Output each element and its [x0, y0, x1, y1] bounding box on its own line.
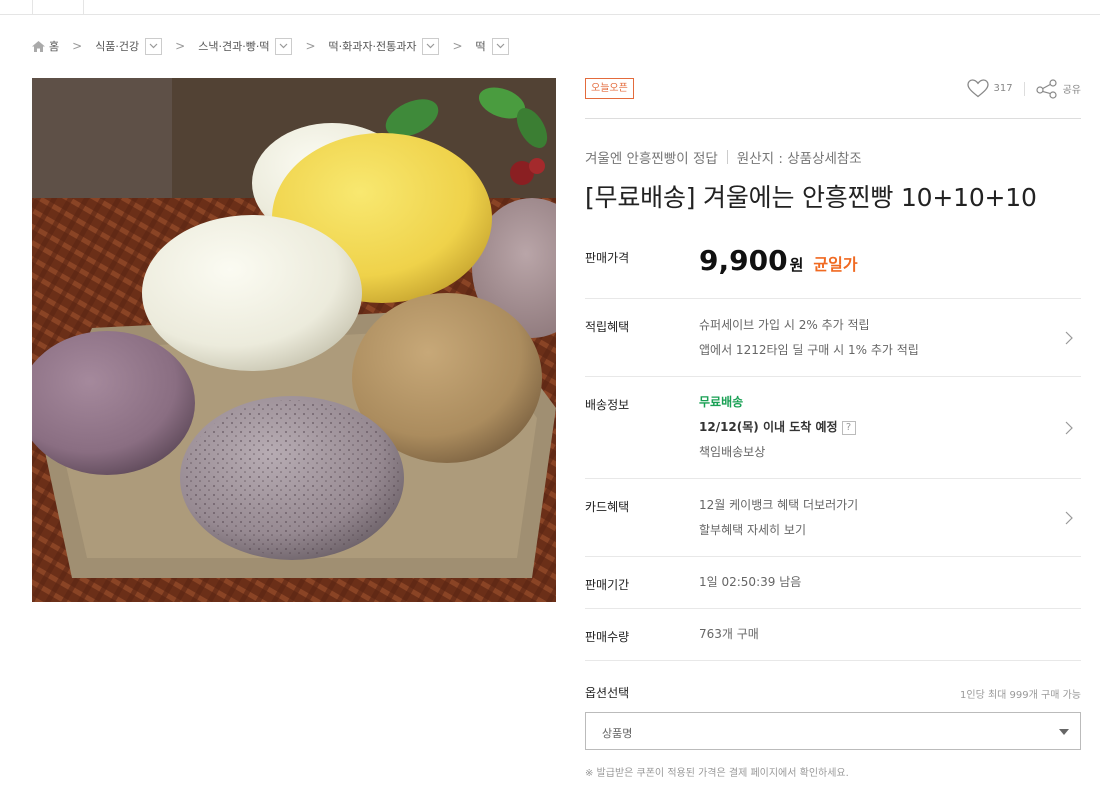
share-label: 공유 [1062, 85, 1081, 96]
chevron-right-icon: > [305, 39, 316, 53]
chevron-right-icon[interactable] [1065, 331, 1073, 345]
header-divider [585, 118, 1081, 119]
card-benefit-label: 카드혜택 [585, 500, 630, 514]
caret-down-icon [1059, 729, 1069, 735]
price-tag: 균일가 [813, 255, 858, 274]
product-tagline: 겨울엔 안흥찐빵이 정답 [585, 151, 718, 167]
delivery-eta: 12/12(목) 이내 도착 예정 [699, 420, 838, 434]
card-benefit-content: 12월 케이뱅크 혜택 더보러가기 할부혜택 자세히 보기 [699, 493, 858, 543]
heart-icon [966, 79, 989, 98]
product-title: [무료배송] 겨울에는 안흥찐빵 10+10+10 [585, 183, 1037, 212]
price-label: 판매가격 [585, 251, 630, 265]
top-nav-segment[interactable] [32, 0, 84, 15]
card-benefit-line-1: 12월 케이뱅크 혜택 더보러가기 [699, 498, 859, 512]
breadcrumb: 홈 > 식품·건강 > 스낵·견과·빵·떡 > 떡·화과자·전통과자 > 떡 [32, 36, 509, 56]
share-button[interactable]: 공유 [1035, 78, 1081, 99]
breadcrumb-item-rice-cake[interactable]: 떡 [475, 37, 509, 55]
delivery-compensation[interactable]: 책임배송보상 [699, 440, 856, 465]
breadcrumb-label: 식품·건강 [95, 40, 140, 53]
option-select-label: 옵션선택 [585, 686, 630, 700]
breadcrumb-item-snack[interactable]: 스낵·견과·빵·떡 [198, 37, 293, 55]
chevron-down-icon[interactable] [491, 37, 509, 55]
breadcrumb-home-label: 홈 [49, 40, 60, 53]
sale-price: 9,900 [699, 244, 788, 277]
sale-period-label: 판매기간 [585, 578, 630, 592]
sold-count-row: 판매수량 763개 구매 [585, 609, 1081, 661]
breadcrumb-label: 떡·화과자·전통과자 [328, 40, 417, 53]
option-select-dropdown[interactable]: 상품명 [585, 712, 1081, 750]
help-icon[interactable]: ? [841, 420, 856, 435]
points-label: 적립혜택 [585, 320, 630, 334]
breadcrumb-item-food[interactable]: 식품·건강 [95, 37, 163, 55]
sale-period-row: 판매기간 1일 02:50:39 남음 [585, 557, 1081, 609]
chevron-right-icon[interactable] [1065, 421, 1073, 435]
product-origin: 원산지 : 상품상세참조 [736, 151, 862, 167]
breadcrumb-item-rice-cake-snacks[interactable]: 떡·화과자·전통과자 [328, 37, 440, 55]
breadcrumb-home[interactable]: 홈 [32, 38, 59, 54]
action-divider [1023, 81, 1025, 96]
subtitle-divider [726, 150, 728, 164]
chevron-right-icon: > [72, 39, 83, 53]
delivery-label: 배송정보 [585, 398, 630, 412]
points-row[interactable]: 적립혜택 슈퍼세이브 가입 시 2% 추가 적립 앱에서 1212타임 딜 구매… [585, 299, 1081, 377]
home-icon [32, 40, 45, 52]
price-row: 판매가격 9,900 원 균일가 [585, 221, 1081, 299]
free-shipping-text: 무료배송 [699, 395, 744, 409]
sold-count-label: 판매수량 [585, 630, 630, 644]
chevron-down-icon[interactable] [145, 37, 163, 55]
points-line-1: 슈퍼세이브 가입 시 2% 추가 적립 [699, 318, 870, 332]
price-unit: 원 [789, 256, 804, 274]
option-select-placeholder: 상품명 [602, 727, 633, 740]
coupon-note: ※ 발급받은 쿠폰이 적용된 가격은 결제 페이지에서 확인하세요. [585, 768, 849, 779]
breadcrumb-label: 떡 [475, 40, 486, 53]
sold-count-value: 763개 구매 [699, 627, 759, 641]
chevron-right-icon: > [175, 39, 186, 53]
points-content: 슈퍼세이브 가입 시 2% 추가 적립 앱에서 1212타임 딜 구매 시 1%… [699, 313, 919, 363]
chevron-right-icon: > [452, 39, 463, 53]
product-subtitle: 겨울엔 안흥찐빵이 정답 원산지 : 상품상세참조 [585, 147, 862, 167]
product-image[interactable] [32, 78, 556, 602]
card-benefit-row[interactable]: 카드혜택 12월 케이뱅크 혜택 더보러가기 할부혜택 자세히 보기 [585, 479, 1081, 557]
breadcrumb-label: 스낵·견과·빵·떡 [198, 40, 270, 53]
price-content: 9,900 원 균일가 [699, 245, 858, 282]
like-count: 317 [993, 83, 1013, 94]
chevron-down-icon[interactable] [275, 37, 293, 55]
chevron-right-icon[interactable] [1065, 511, 1073, 525]
points-line-2: 앱에서 1212타임 딜 구매 시 1% 추가 적립 [699, 343, 919, 357]
product-actions: 317 공유 [966, 78, 1081, 99]
sale-period-value: 1일 02:50:39 남음 [699, 575, 802, 589]
purchase-limit-text: 1인당 최대 999개 구매 가능 [960, 690, 1081, 701]
today-open-badge: 오늘오픈 [585, 78, 634, 99]
delivery-row[interactable]: 배송정보 무료배송 12/12(목) 이내 도착 예정? 책임배송보상 [585, 377, 1081, 479]
card-benefit-line-2: 할부혜택 자세히 보기 [699, 523, 806, 537]
delivery-content: 무료배송 12/12(목) 이내 도착 예정? 책임배송보상 [699, 390, 856, 465]
top-nav-bar [0, 0, 1100, 15]
like-button[interactable]: 317 [966, 79, 1013, 98]
chevron-down-icon[interactable] [422, 37, 440, 55]
share-icon [1035, 78, 1057, 99]
